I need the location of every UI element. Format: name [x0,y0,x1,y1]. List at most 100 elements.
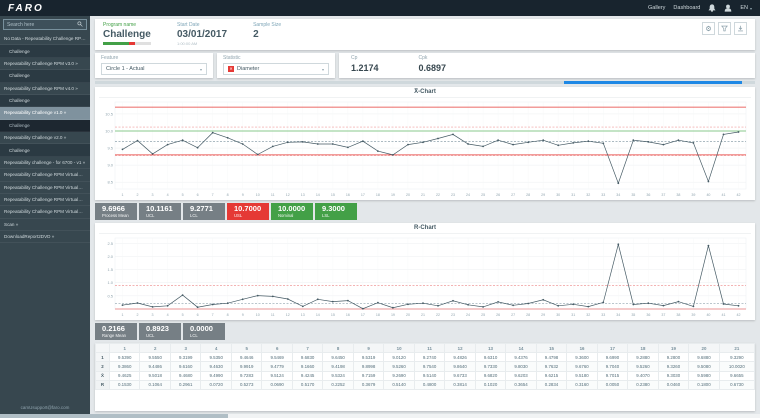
search-input[interactable] [7,22,77,28]
svg-text:9: 9 [242,313,244,317]
start-date-label: Start Date [177,22,227,28]
sidebar-item[interactable]: Repeatability Challenge RPM VirtualDevi.… [0,182,90,194]
sidebar-item[interactable]: Repeatability Challenge RPM VirtualDevi.… [0,206,90,218]
horizontal-scrollbar-thumb[interactable] [0,414,228,418]
table-cell: 9.0120 [384,353,414,362]
svg-text:39: 39 [691,193,695,197]
sidebar-item[interactable]: Repeatability Challenge RPM VirtualDevi.… [0,194,90,206]
table-cell: 9.4990 [201,371,231,380]
table-col-header: 6 [262,344,292,353]
table-cell: 9.9919 [231,362,261,371]
stat-tile-lcl: 9.2771LCL [183,203,225,220]
chart-pan-thumb[interactable] [564,81,742,84]
table-col-header: 16 [567,344,597,353]
table-col-header: 7 [292,344,322,353]
sidebar-item[interactable]: Challenge [0,45,90,57]
xbar-chart-title: X̄-Chart [99,88,751,98]
table-cell: 9.7283 [231,371,261,380]
table-cell: 9.7540 [414,362,444,371]
program-header: Program name Challenge Start Date 03/01/… [95,19,755,50]
svg-text:18: 18 [376,193,380,197]
svg-text:27: 27 [511,193,515,197]
table-cell: 9.6880 [689,353,719,362]
settings-button[interactable]: ⚙ [702,22,715,35]
table-cell: 9.2690 [384,371,414,380]
statistic-dropdown[interactable]: ✕ Diameter ▾ [223,63,329,75]
stat-tile-nominal: 10.0000Nominal [271,203,313,220]
support-email: camUsupport@faro.com [0,401,90,414]
svg-text:10: 10 [256,193,260,197]
nav-gallery[interactable]: Gallery [648,5,665,11]
svg-text:29: 29 [541,193,545,197]
sidebar-item[interactable]: Repeatability Challenge RPM v3.0 » [0,58,90,70]
stat-tile-ucl: 10.1161UCL [139,203,181,220]
svg-text:39: 39 [691,313,695,317]
bell-icon[interactable] [708,4,716,12]
table-cell: 9.6830 [292,353,322,362]
program-name-label: Program name [103,22,151,28]
r-chart-card: R-Chart 0.51.01.52.02.512345678910111213… [95,223,755,320]
table-cell: 0.2252 [323,380,353,389]
table-col-header: 14 [506,344,536,353]
svg-text:2: 2 [137,193,139,197]
table-cell: 9.4198 [323,362,353,371]
svg-text:10.5: 10.5 [105,111,114,116]
svg-text:36: 36 [646,313,650,317]
sidebar-item[interactable]: Repeatability Challenge v1.0 » [0,107,90,119]
sidebar-item[interactable]: Repeatability Challenge v2.0 » [0,132,90,144]
user-icon[interactable] [724,4,732,12]
svg-text:34: 34 [616,193,620,197]
svg-text:11: 11 [271,193,275,197]
sidebar-item[interactable]: Scan » [0,219,90,231]
program-progress-bar [103,42,151,45]
capability-metrics: Cp 1.2174 Cpk 0.6897 [339,53,755,78]
language-selector[interactable]: EN ▾ [740,5,752,11]
svg-text:28: 28 [526,313,530,317]
svg-text:16: 16 [346,193,350,197]
header-buttons: ⚙ [702,22,747,35]
table-cell: 0.5273 [231,380,261,389]
program-list: No Data - Repeatability Challenge RPM »C… [0,33,90,401]
table-cell: 0.1064 [140,380,170,389]
table-cell: 0.2834 [536,380,566,389]
table-cell: 0.0050 [597,380,627,389]
svg-text:32: 32 [586,193,590,197]
table-row-label: R [96,380,110,389]
svg-text:13: 13 [301,193,305,197]
svg-text:28: 28 [526,193,530,197]
sidebar-item[interactable]: Repeatability Challenge RPM VirtualDevi.… [0,169,90,181]
svg-text:15: 15 [331,193,335,197]
svg-text:7: 7 [212,313,214,317]
svg-text:4: 4 [167,313,169,317]
svg-text:41: 41 [721,313,725,317]
sidebar-item[interactable]: Challenge [0,120,90,132]
filter-button[interactable] [718,22,731,35]
table-cell: 9.3260 [658,362,688,371]
sidebar-item[interactable]: Repeatability Challenge RPM v4.0 » [0,83,90,95]
table-cell: 9.5180 [567,371,597,380]
nav-dashboard[interactable]: Dashboard [673,5,700,11]
sidebar-item[interactable]: Repeatability challenge - for 6700 - v1 … [0,157,90,169]
sidebar-item[interactable]: Challenge [0,95,90,107]
xbar-chart: 8.59.09.510.010.512345678910111213141516… [99,98,749,198]
svg-text:17: 17 [361,193,365,197]
top-navbar: FARO Gallery Dashboard EN ▾ [0,0,760,16]
svg-text:12: 12 [286,313,290,317]
search-icon[interactable] [77,21,83,29]
horizontal-scrollbar[interactable] [0,414,760,418]
sidebar-item[interactable]: No Data - Repeatability Challenge RPM » [0,33,90,45]
cp-value: 1.2174 [351,63,379,73]
search-box[interactable] [3,19,87,30]
export-button[interactable] [734,22,747,35]
sidebar-item[interactable]: Challenge [0,144,90,156]
svg-text:34: 34 [616,313,620,317]
chart-pan-scrollbar[interactable] [95,81,755,84]
table-cell: 9.6820 [475,371,505,380]
svg-text:2: 2 [137,313,139,317]
table-cell: 9.2880 [628,353,658,362]
sidebar-item[interactable]: DownloadReport2DVD » [0,231,90,243]
table-cell: 9.4779 [262,362,292,371]
sidebar-item[interactable]: Challenge [0,70,90,82]
svg-text:16: 16 [346,313,350,317]
feature-dropdown[interactable]: Circle 1 - Actual ▾ [101,63,207,75]
